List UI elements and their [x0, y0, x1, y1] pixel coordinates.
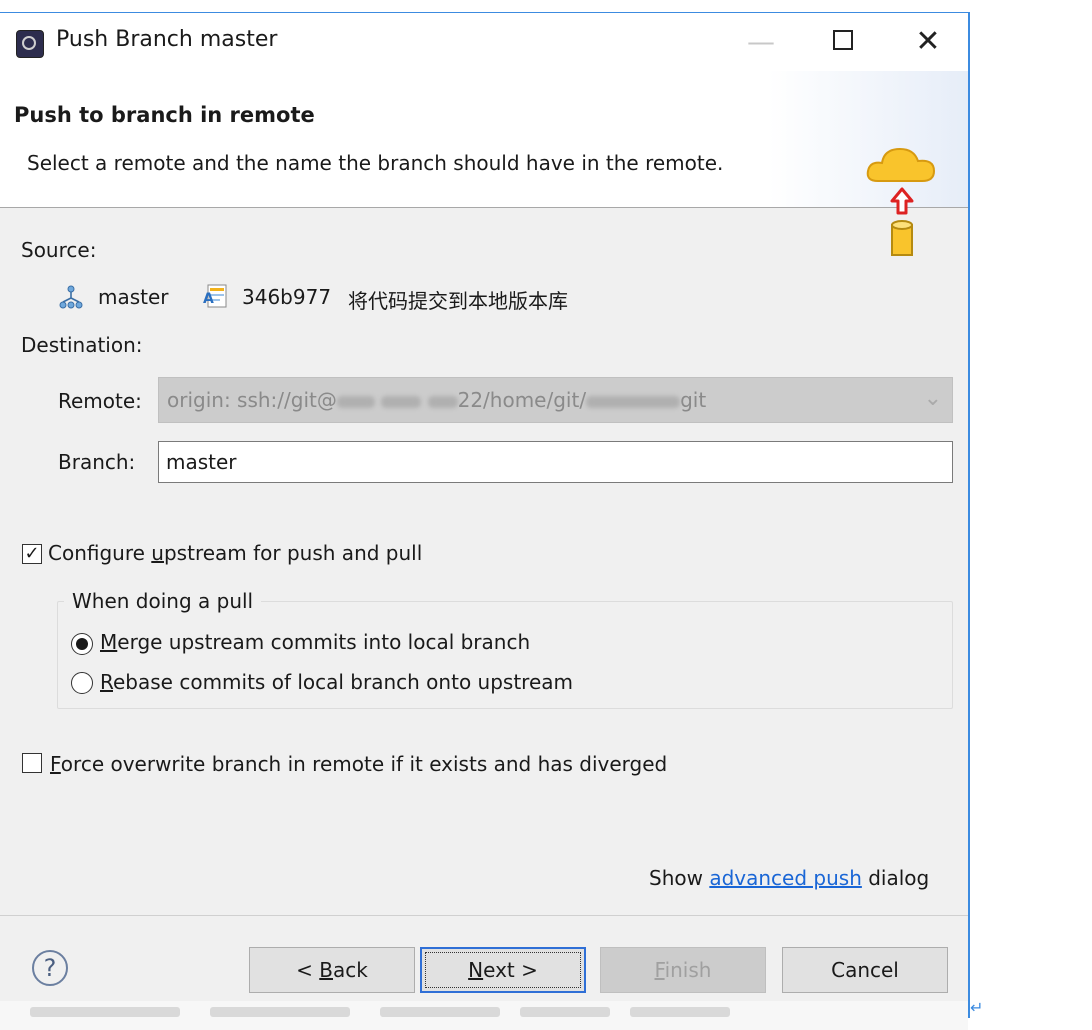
blurred-tab — [520, 1007, 610, 1017]
advanced-text: dialog — [861, 866, 930, 890]
blurred-tab — [380, 1007, 500, 1017]
maximize-icon[interactable] — [815, 23, 871, 61]
window-title: Push Branch master — [56, 27, 278, 52]
force-overwrite-label[interactable]: Force overwrite branch in remote if it e… — [50, 752, 667, 776]
page-description: Select a remote and the name the branch … — [27, 151, 724, 175]
remote-path: 22/home/git/ — [457, 388, 587, 412]
blurred-tab — [630, 1007, 730, 1017]
commit-message: 将代码提交到本地版本库 — [348, 289, 568, 313]
branch-icon — [59, 285, 83, 309]
mnemonic: u — [151, 541, 164, 565]
svg-text:A: A — [203, 291, 214, 307]
destination-label: Destination: — [21, 333, 143, 357]
commit-icon: A — [203, 284, 227, 308]
help-icon[interactable]: ? — [32, 950, 68, 986]
label-part: ack — [333, 958, 368, 982]
back-button[interactable]: < Back — [249, 947, 415, 993]
blurred-tab — [210, 1007, 350, 1017]
configure-upstream-label[interactable]: Configure upstream for push and pull — [48, 541, 422, 565]
rebase-radio-label[interactable]: Rebase commits of local branch onto upst… — [100, 670, 573, 694]
finish-button[interactable]: Finish — [600, 947, 766, 993]
label-part: ebase commits of local branch onto upstr… — [113, 670, 573, 694]
chevron-down-icon: ⌄ — [923, 386, 942, 411]
blurred-tab — [30, 1007, 180, 1017]
merge-radio[interactable] — [71, 633, 93, 655]
merge-radio-label[interactable]: Merge upstream commits into local branch — [100, 630, 530, 654]
remote-select[interactable]: origin: ssh://git@ 22/home/git/git ⌄ — [158, 377, 953, 423]
redacted-host-part — [336, 395, 375, 408]
eclipse-app-icon — [16, 30, 44, 58]
wizard-header: Push to branch in remote Select a remote… — [0, 71, 968, 256]
mnemonic: F — [50, 752, 61, 776]
remote-label: Remote: — [58, 389, 142, 413]
configure-upstream-checkbox[interactable]: ✓ — [22, 544, 42, 564]
cancel-button[interactable]: Cancel — [782, 947, 948, 993]
advanced-push-link[interactable]: advanced push — [709, 866, 862, 890]
remote-prefix: origin: ssh://git@ — [167, 388, 337, 412]
source-branch-name: master — [98, 285, 169, 309]
mnemonic: N — [468, 958, 484, 982]
source-label: Source: — [21, 238, 97, 262]
label-part: < — [296, 958, 320, 982]
label-part: erge upstream commits into local branch — [117, 630, 531, 654]
label-part: ext > — [483, 958, 538, 982]
mnemonic: B — [319, 958, 333, 982]
label-part: orce overwrite branch in remote if it ex… — [60, 752, 668, 776]
mnemonic: R — [100, 670, 113, 694]
next-button[interactable]: Next > — [420, 947, 586, 993]
redacted-host-part — [381, 395, 422, 408]
return-mark-icon: ↵ — [970, 998, 984, 1017]
title-bar: Push Branch master — ✕ — [0, 13, 968, 71]
branch-input[interactable] — [158, 441, 953, 483]
label-part: pstream for push and pull — [163, 541, 423, 565]
page-title: Push to branch in remote — [14, 103, 315, 127]
close-icon[interactable]: ✕ — [900, 23, 956, 61]
label-part: Configure — [48, 541, 152, 565]
footer-divider — [0, 915, 968, 916]
label-part: inish — [664, 958, 712, 982]
push-to-cloud-icon — [866, 147, 936, 256]
mnemonic: M — [100, 630, 118, 654]
background-window-strip — [0, 1001, 968, 1030]
force-overwrite-checkbox[interactable] — [22, 753, 42, 773]
redacted-host-part — [427, 395, 458, 408]
commit-hash: 346b977 — [242, 285, 332, 309]
advanced-push-line: Show advanced push dialog — [649, 866, 929, 890]
redacted-repo-name — [586, 395, 681, 408]
minimize-icon[interactable]: — — [733, 23, 789, 61]
advanced-text: Show — [649, 866, 710, 890]
pull-options-group-title: When doing a pull — [64, 589, 262, 613]
rebase-radio[interactable] — [71, 672, 93, 694]
branch-label: Branch: — [58, 450, 136, 474]
remote-suffix: git — [680, 388, 707, 412]
remote-value: origin: ssh://git@ 22/home/git/git — [167, 388, 706, 412]
mnemonic: F — [654, 958, 665, 982]
push-branch-dialog: Push Branch master — ✕ Push to branch in… — [0, 12, 970, 1018]
